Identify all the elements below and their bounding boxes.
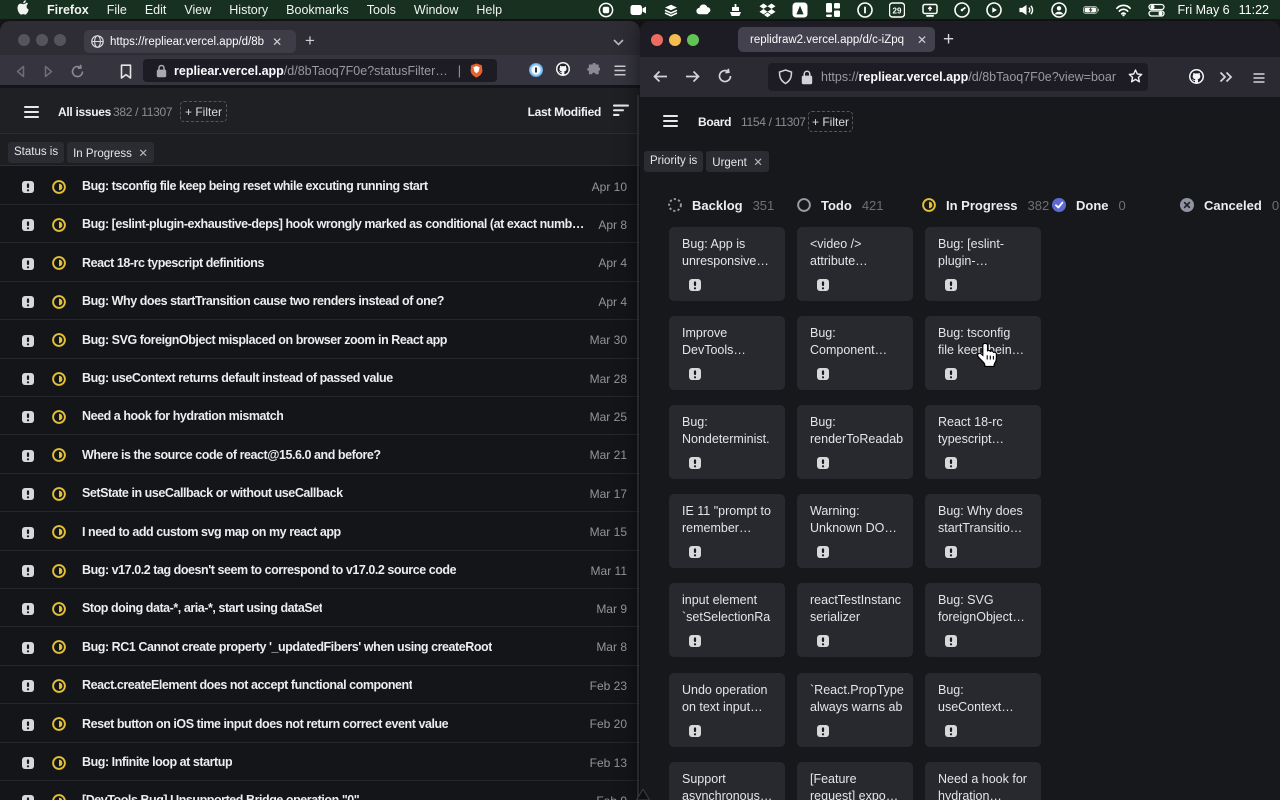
svg-text:29: 29 [893,6,902,15]
